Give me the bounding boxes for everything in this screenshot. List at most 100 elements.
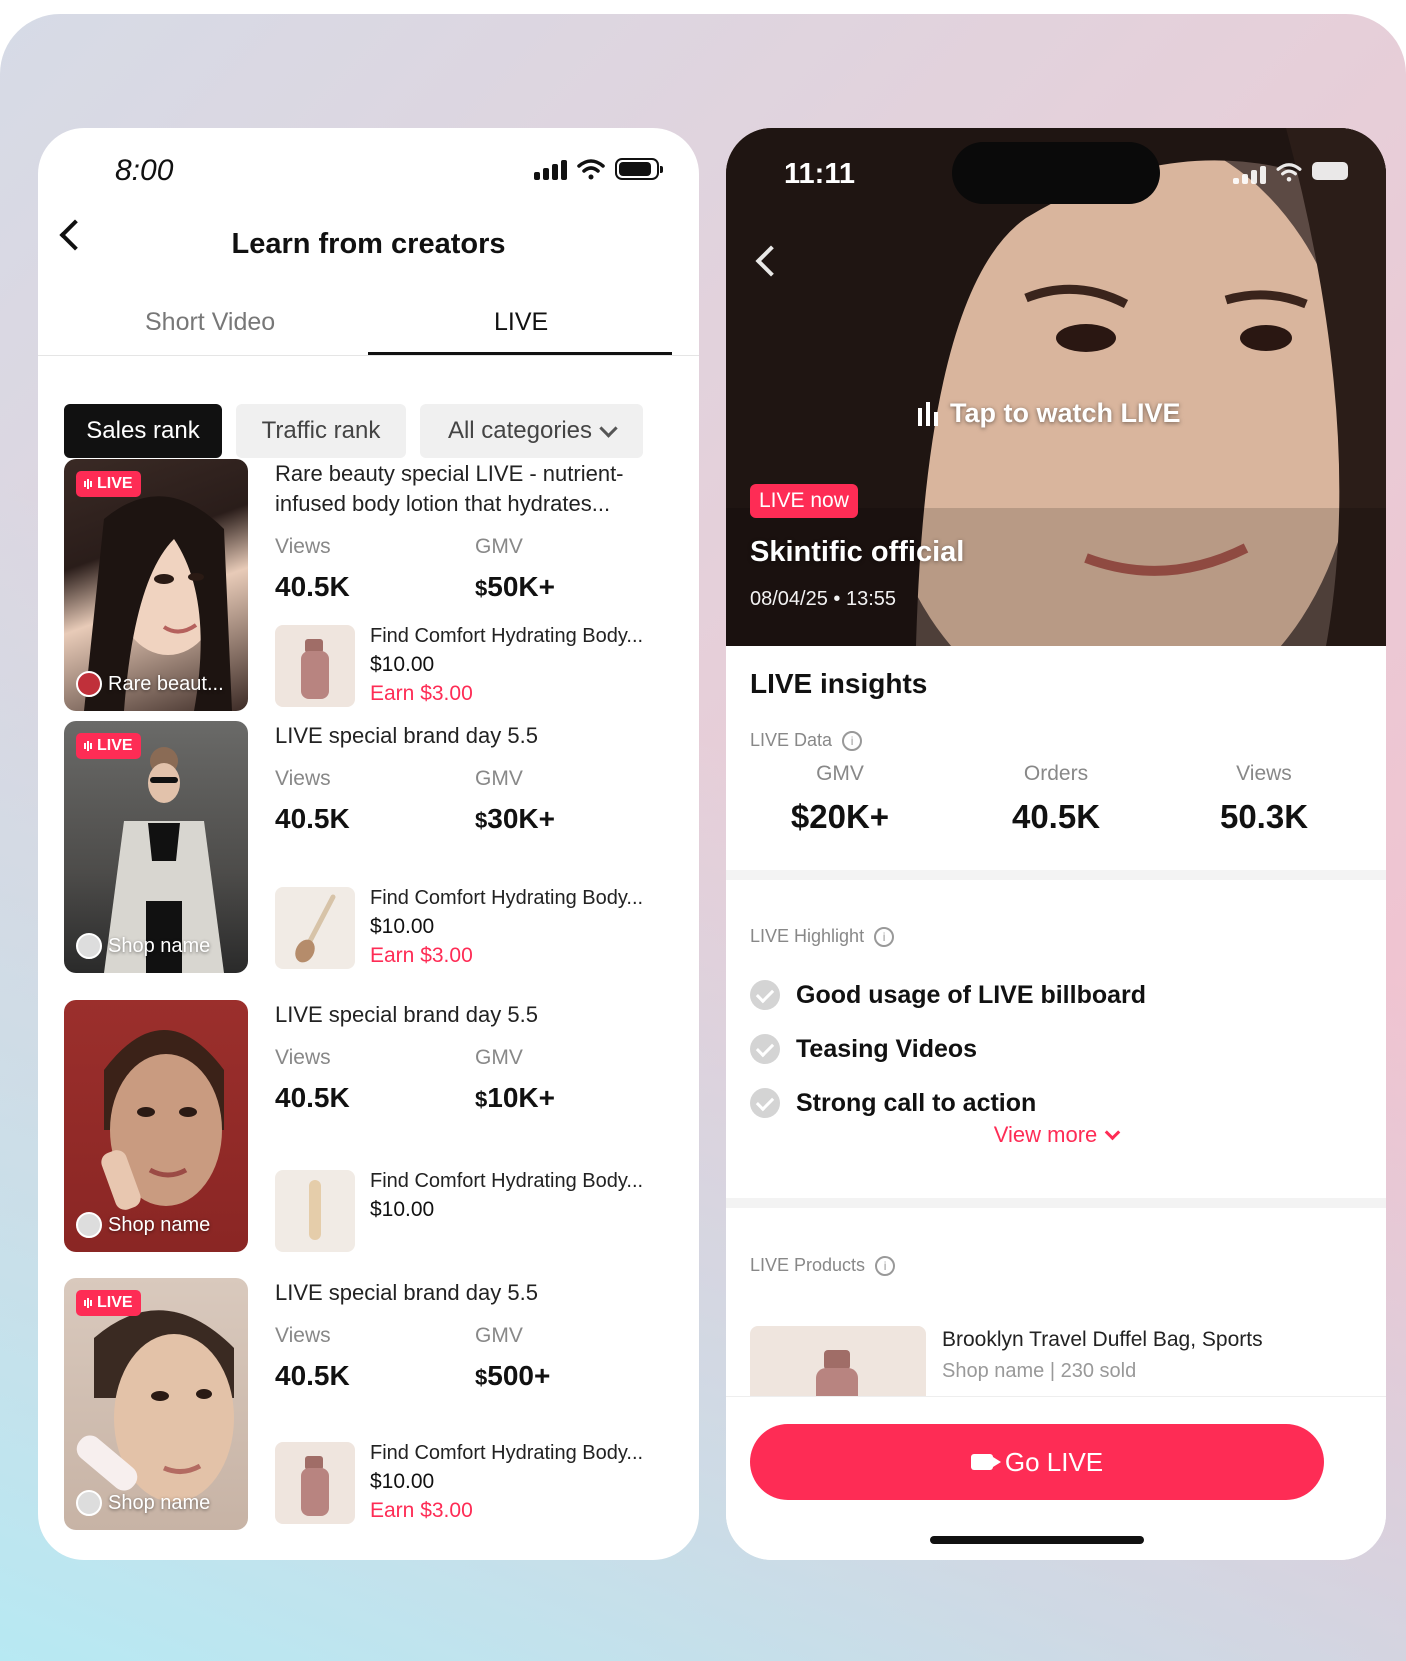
wifi-icon [577,159,605,180]
product-title[interactable]: Find Comfort Hydrating Body... [370,1170,643,1193]
list-item[interactable]: LIVE Shop name LIVE special brand day 5.… [38,1278,699,1530]
live-thumbnail[interactable]: LIVE Shop name [64,721,248,973]
highlight-text: Good usage of LIVE billboard [796,980,1147,1009]
live-thumbnail[interactable]: LIVE Rare beaut... [64,459,248,711]
concealer-image [275,1170,355,1252]
product-title[interactable]: Find Comfort Hydrating Body... [370,625,643,648]
currency-symbol: $ [475,1365,488,1390]
traffic-rank-chip[interactable]: Traffic rank [236,404,406,458]
view-more-link[interactable]: View more [726,1122,1386,1148]
go-live-label: Go LIVE [1004,1446,1104,1477]
gmv-value: $500+ [475,1360,550,1392]
live-thumbnail[interactable]: LIVE Shop name [64,1278,248,1530]
shop-name: Shop name [108,1213,211,1236]
sales-rank-chip[interactable]: Sales rank [64,404,222,458]
status-time: 11:11 [784,158,855,190]
page-title: Learn from creators [231,228,506,260]
stat-value: $20K+ [790,798,890,835]
categories-dropdown[interactable]: All categories [420,404,643,458]
creator-name[interactable]: Skintific official [750,536,964,569]
tap-to-watch-button[interactable]: Tap to watch LIVE [916,398,1181,429]
info-icon[interactable]: i [875,1255,896,1276]
live-products-label: LIVE Products i [750,1255,896,1276]
product-image[interactable] [275,1442,355,1524]
shop-name-overlay: Shop name [76,1490,210,1516]
product-image[interactable] [275,1170,355,1252]
status-icons [1233,162,1348,184]
gmv-amount: 500+ [487,1360,551,1391]
audio-bars-icon [918,401,938,426]
wifi-icon [1276,163,1302,182]
shop-name-overlay: Shop name [76,933,210,959]
gmv-label: GMV [475,1324,523,1347]
shop-avatar [76,1490,102,1516]
info-icon[interactable]: i [874,926,895,947]
tab-active-underline [368,352,672,355]
shop-avatar [76,1212,102,1238]
currency-symbol: $ [475,576,488,601]
item-title[interactable]: LIVE special brand day 5.5 [275,1000,675,1030]
lotion-bottle-image [301,639,329,699]
views-value: 40.5K [275,803,350,834]
product-image[interactable] [275,625,355,707]
check-circle-icon [750,980,780,1010]
stat-label: Views [1236,762,1292,785]
section-divider [726,870,1386,880]
signal-icon [1233,162,1266,184]
highlight-item: Good usage of LIVE billboard [750,980,1146,1010]
product-title[interactable]: Brooklyn Travel Duffel Bag, Sports [942,1328,1263,1352]
go-live-button[interactable]: Go LIVE [750,1424,1324,1500]
product-image[interactable] [275,887,355,969]
section-divider [726,1198,1386,1208]
product-price: $10.00 [370,1470,435,1493]
chevron-down-icon [1104,1124,1121,1141]
background-canvas: 8:00 Learn from creators Short Video LIV… [0,14,1406,1661]
product-title[interactable]: Find Comfort Hydrating Body... [370,1442,643,1465]
shop-name: Rare beaut... [108,672,224,695]
gmv-amount: 10K+ [487,1082,555,1113]
product-price: $10.00 [370,915,435,938]
highlight-text: Strong call to action [796,1088,1037,1117]
gmv-value: $30K+ [475,803,555,835]
tab-live[interactable]: LIVE [494,308,548,337]
currency-symbol: $ [475,808,488,833]
info-icon[interactable]: i [842,730,863,751]
stat-orders: Orders 40.5K [956,762,1156,836]
list-item[interactable]: LIVE Rare beaut... Rare beauty special L… [38,459,699,711]
status-icons [534,158,663,180]
stat-gmv: GMV $20K+ [740,762,940,836]
highlight-text: Teasing Videos [796,1034,978,1063]
lotion-bottle-image [275,1442,355,1524]
shop-name-overlay: Shop name [76,1212,210,1238]
product-earn: Earn $3.00 [370,682,473,705]
status-time: 8:00 [115,154,174,187]
makeup-brush-image [295,894,336,963]
live-video-preview[interactable]: 11:11 Tap to watch LIVE LIVE now Skintif… [726,128,1386,646]
product-earn: Earn $3.00 [370,944,473,967]
gmv-value: $50K+ [475,571,555,603]
battery-icon [1312,162,1348,180]
shop-name: Shop name [108,934,211,957]
views-label: Views [275,1046,331,1069]
product-title[interactable]: Find Comfort Hydrating Body... [370,887,643,910]
tab-short-video[interactable]: Short Video [145,308,275,337]
live-data-label: LIVE Data i [750,730,863,751]
item-title[interactable]: Rare beauty special LIVE - nutrient-infu… [275,459,675,519]
item-title[interactable]: LIVE special brand day 5.5 [275,1278,675,1308]
stat-value: 50.3K [1219,798,1309,835]
live-highlight-label: LIVE Highlight i [750,926,895,947]
list-item[interactable]: Shop name LIVE special brand day 5.5 Vie… [38,1000,699,1252]
video-camera-icon [970,1454,1001,1470]
live-badge-label: LIVE [97,737,133,754]
gmv-label: GMV [475,767,523,790]
list-item[interactable]: LIVE Shop name LIVE special brand day 5.… [38,721,699,973]
view-more-label: View more [993,1122,1098,1147]
product-price: $10.00 [370,653,435,676]
signal-icon [534,158,567,180]
live-thumbnail[interactable]: Shop name [64,1000,248,1252]
item-title[interactable]: LIVE special brand day 5.5 [275,721,675,751]
battery-icon [615,158,663,180]
gmv-value: $10K+ [475,1082,555,1114]
views-value: 40.5K [275,571,350,602]
views-label: Views [275,767,331,790]
